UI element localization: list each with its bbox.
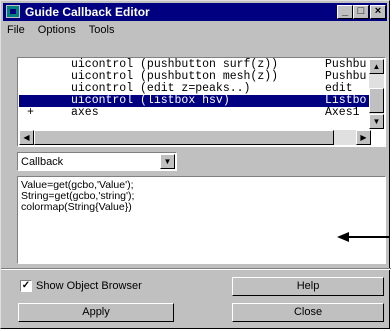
divider: [1, 268, 391, 270]
menu-file[interactable]: File: [7, 24, 25, 36]
help-button[interactable]: Help: [232, 277, 384, 296]
vertical-scroll-thumb[interactable]: [369, 88, 384, 113]
object-type: Axes1: [325, 106, 360, 119]
close-button[interactable]: Close: [232, 303, 384, 322]
menu-tools[interactable]: Tools: [89, 24, 115, 36]
callback-type-value: Callback: [21, 156, 64, 168]
vertical-scrollbar[interactable]: ▲ ▼: [369, 59, 384, 129]
menu-options[interactable]: Options: [38, 24, 76, 36]
object-browser-list[interactable]: uicontrol (pushbutton surf(z)) Pushbu uico…: [17, 57, 386, 147]
app-icon: [6, 5, 20, 18]
horizontal-scrollbar[interactable]: ◀ ▶: [19, 130, 371, 145]
horizontal-scroll-thumb[interactable]: [34, 130, 334, 145]
callback-type-select[interactable]: Callback ▼: [17, 152, 177, 171]
title-bar[interactable]: Guide Callback Editor _ □ ×: [3, 3, 387, 21]
scroll-right-icon[interactable]: ▶: [356, 130, 371, 145]
scroll-down-icon[interactable]: ▼: [369, 114, 384, 129]
window-title: Guide Callback Editor: [25, 5, 150, 19]
guide-callback-editor-window: Guide Callback Editor _ □ × File Options…: [0, 0, 391, 329]
apply-button[interactable]: Apply: [18, 303, 174, 322]
scroll-up-icon[interactable]: ▲: [369, 59, 384, 74]
maximize-button[interactable]: □: [353, 5, 369, 19]
left-arrow-icon: [337, 232, 390, 242]
show-object-browser-label: Show Object Browser: [36, 280, 142, 292]
object-name: axes: [71, 106, 99, 119]
list-item[interactable]: + axes Axes1: [19, 107, 371, 119]
menu-bar: File Options Tools: [3, 22, 120, 39]
callback-code-editor[interactable]: Value=get(gcbo,'Value'); String=get(gcbo…: [17, 176, 386, 264]
chevron-down-icon[interactable]: ▼: [160, 154, 175, 169]
close-window-button[interactable]: ×: [370, 5, 386, 19]
code-line: colormap(String{Value}): [21, 201, 132, 213]
minimize-button[interactable]: _: [337, 5, 353, 19]
expand-marker[interactable]: +: [27, 107, 34, 119]
scroll-left-icon[interactable]: ◀: [19, 130, 34, 145]
show-object-browser-checkbox[interactable]: ✓: [20, 280, 32, 292]
